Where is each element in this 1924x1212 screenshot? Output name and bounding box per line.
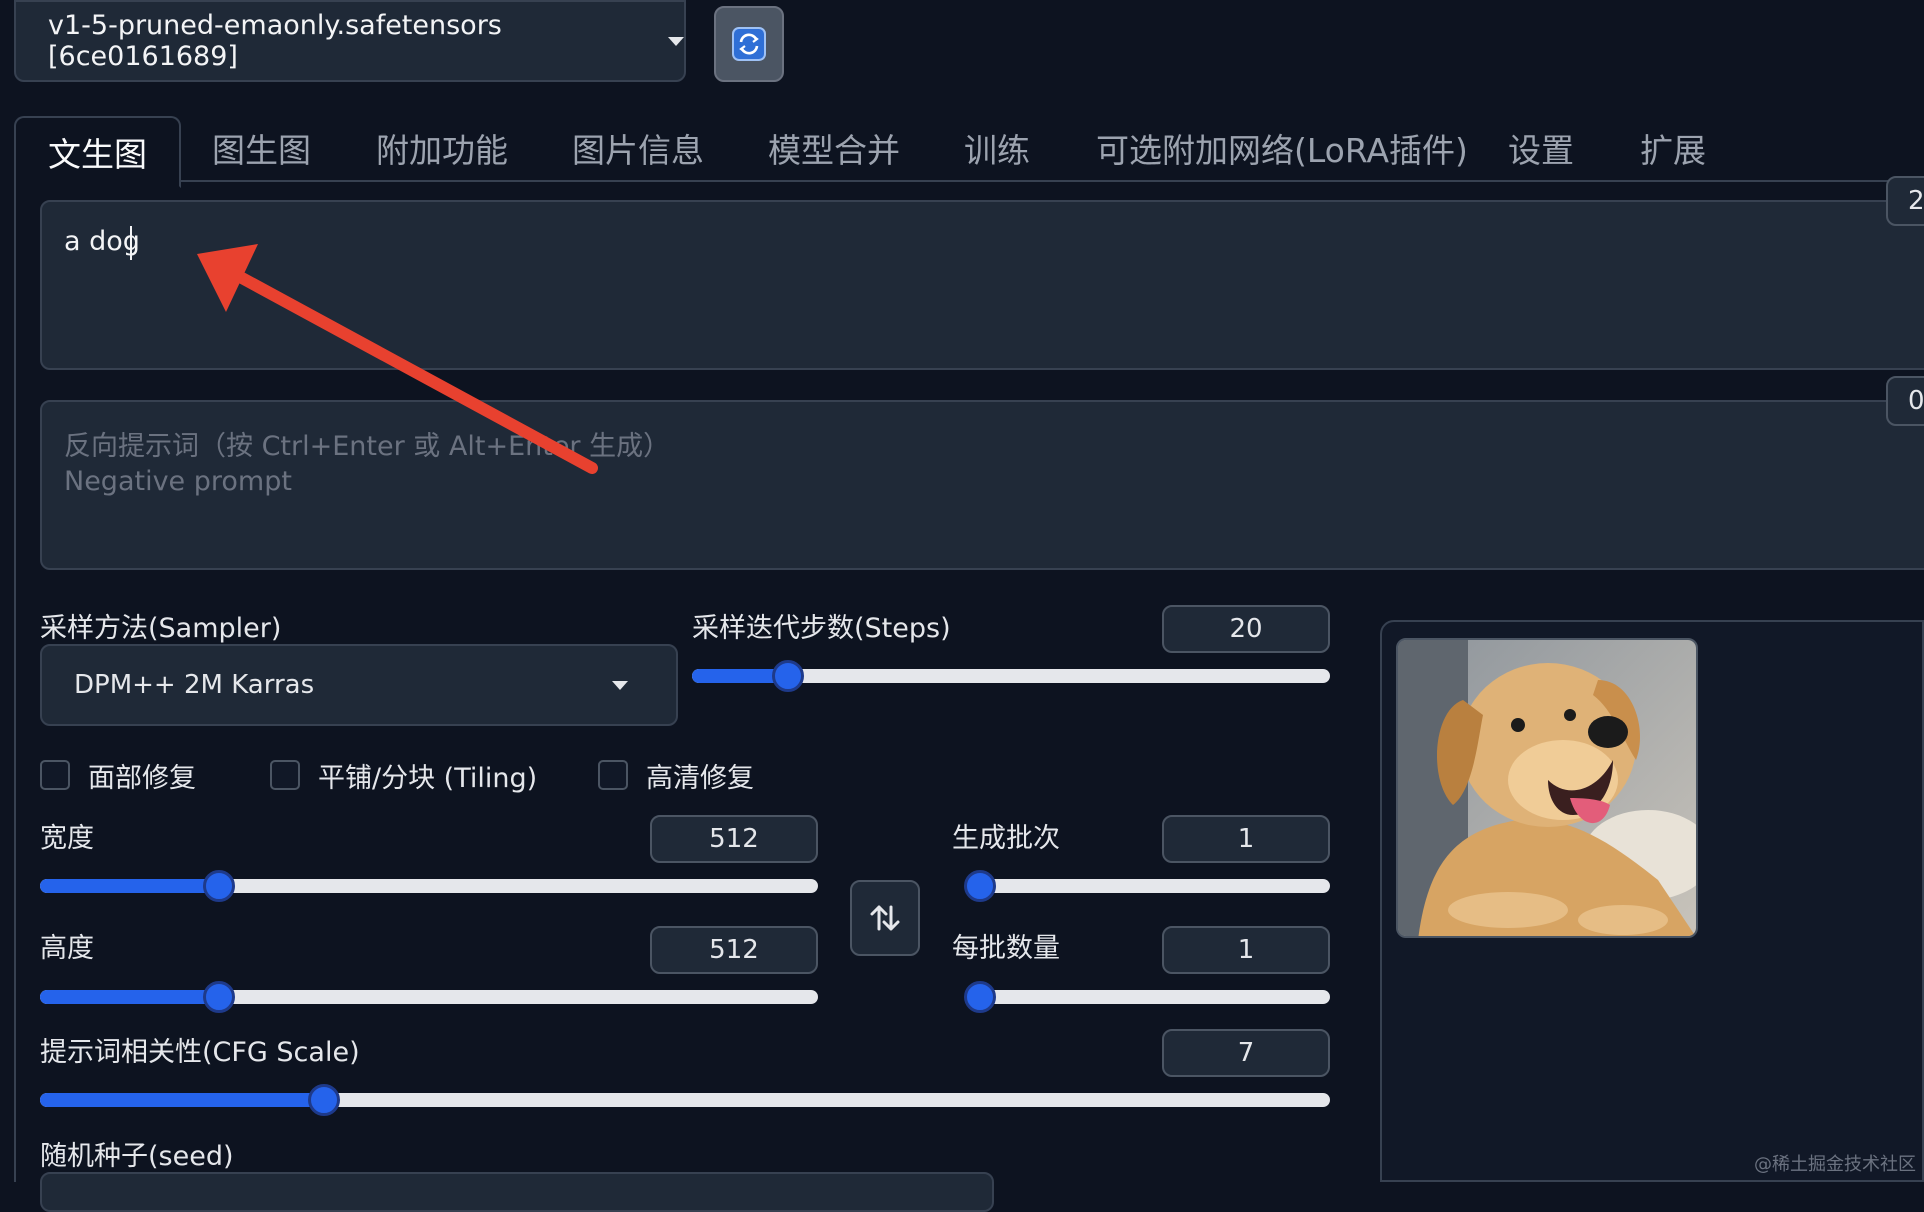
- slider-thumb[interactable]: [964, 981, 996, 1013]
- batch-size-input[interactable]: 1: [1162, 926, 1330, 974]
- swap-dimensions-button[interactable]: [850, 880, 920, 956]
- tab-label: 模型合并: [768, 131, 900, 170]
- batch-size-slider[interactable]: [964, 981, 1330, 1013]
- slider-thumb[interactable]: [202, 870, 235, 902]
- cfg-label: 提示词相关性(CFG Scale): [40, 1037, 360, 1068]
- tab-label: 图片信息: [572, 131, 704, 170]
- steps-label: 采样迭代步数(Steps): [692, 613, 951, 644]
- tab-extras[interactable]: 附加功能: [376, 114, 508, 182]
- model-select[interactable]: v1-5-pruned-emaonly.safetensors [6ce0161…: [14, 0, 686, 82]
- chevron-down-icon: [612, 680, 628, 690]
- height-input[interactable]: 512: [650, 926, 818, 974]
- refresh-button[interactable]: [714, 6, 784, 82]
- batch-size-label: 每批数量: [952, 933, 1060, 964]
- tiling-checkbox[interactable]: [270, 760, 300, 790]
- tab-label: 可选附加网络(LoRA插件): [1096, 131, 1468, 170]
- face-restore-label: 面部修复: [88, 763, 196, 794]
- model-select-value: v1-5-pruned-emaonly.safetensors [6ce0161…: [48, 10, 502, 72]
- watermark: @稀土掘金技术社区: [1754, 1154, 1916, 1175]
- prompt-token-counter: 2: [1886, 176, 1924, 226]
- tab-label: 文生图: [48, 135, 147, 174]
- text-cursor: [130, 226, 132, 260]
- height-label: 高度: [40, 933, 94, 964]
- generated-image[interactable]: [1396, 638, 1698, 938]
- dog-image: [1398, 640, 1696, 936]
- tab-label: 设置: [1508, 131, 1574, 170]
- batch-count-label: 生成批次: [952, 823, 1060, 854]
- slider-fill: [40, 879, 219, 893]
- batch-count-slider[interactable]: [964, 870, 1330, 902]
- seed-label: 随机种子(seed): [40, 1141, 234, 1172]
- slider-thumb[interactable]: [202, 981, 235, 1013]
- sampler-value: DPM++ 2M Karras: [74, 670, 315, 700]
- slider-thumb[interactable]: [964, 870, 996, 902]
- batch-count-input[interactable]: 1: [1162, 815, 1330, 863]
- tab-png-info[interactable]: 图片信息: [572, 114, 704, 182]
- tab-checkpoint-merger[interactable]: 模型合并: [768, 114, 900, 182]
- height-slider[interactable]: [40, 981, 818, 1013]
- tiling-label: 平铺/分块 (Tiling): [318, 763, 538, 794]
- tab-additional-networks[interactable]: 可选附加网络(LoRA插件): [1096, 114, 1468, 182]
- swap-vertical-icon: [870, 905, 900, 931]
- hires-fix-checkbox[interactable]: [598, 760, 628, 790]
- slider-fill: [40, 990, 219, 1004]
- tab-img2img[interactable]: 图生图: [212, 114, 311, 182]
- tab-settings[interactable]: 设置: [1508, 114, 1574, 182]
- steps-slider[interactable]: [692, 660, 1330, 692]
- width-label: 宽度: [40, 823, 94, 854]
- tab-train[interactable]: 训练: [964, 114, 1030, 182]
- width-input[interactable]: 512: [650, 815, 818, 863]
- width-slider[interactable]: [40, 870, 818, 902]
- face-restore-checkbox[interactable]: [40, 760, 70, 790]
- tab-txt2img[interactable]: 文生图: [14, 116, 181, 188]
- sampler-select[interactable]: DPM++ 2M Karras: [40, 644, 678, 726]
- cfg-slider[interactable]: [40, 1084, 1330, 1116]
- tab-label: 训练: [964, 131, 1030, 170]
- hires-fix-label: 高清修复: [646, 763, 754, 794]
- tab-bar: 文生图 图生图 附加功能 图片信息 模型合并 训练 可选附加网络(LoRA插件)…: [14, 114, 1924, 188]
- chevron-down-icon: [668, 36, 684, 46]
- negative-token-counter: 0: [1886, 376, 1924, 426]
- slider-fill: [40, 1093, 324, 1107]
- tab-extensions[interactable]: 扩展: [1640, 114, 1706, 182]
- seed-input[interactable]: [40, 1172, 994, 1212]
- tab-label: 附加功能: [376, 131, 508, 170]
- tab-label: 图生图: [212, 131, 311, 170]
- steps-input[interactable]: 20: [1162, 605, 1330, 653]
- annotation-arrow: [197, 244, 598, 474]
- sampler-label: 采样方法(Sampler): [40, 613, 282, 644]
- slider-thumb[interactable]: [307, 1084, 340, 1116]
- tab-label: 扩展: [1640, 131, 1706, 170]
- slider-thumb[interactable]: [771, 660, 804, 692]
- prompt-text: a dog: [64, 226, 140, 257]
- cfg-input[interactable]: 7: [1162, 1029, 1330, 1077]
- refresh-icon: [732, 27, 766, 61]
